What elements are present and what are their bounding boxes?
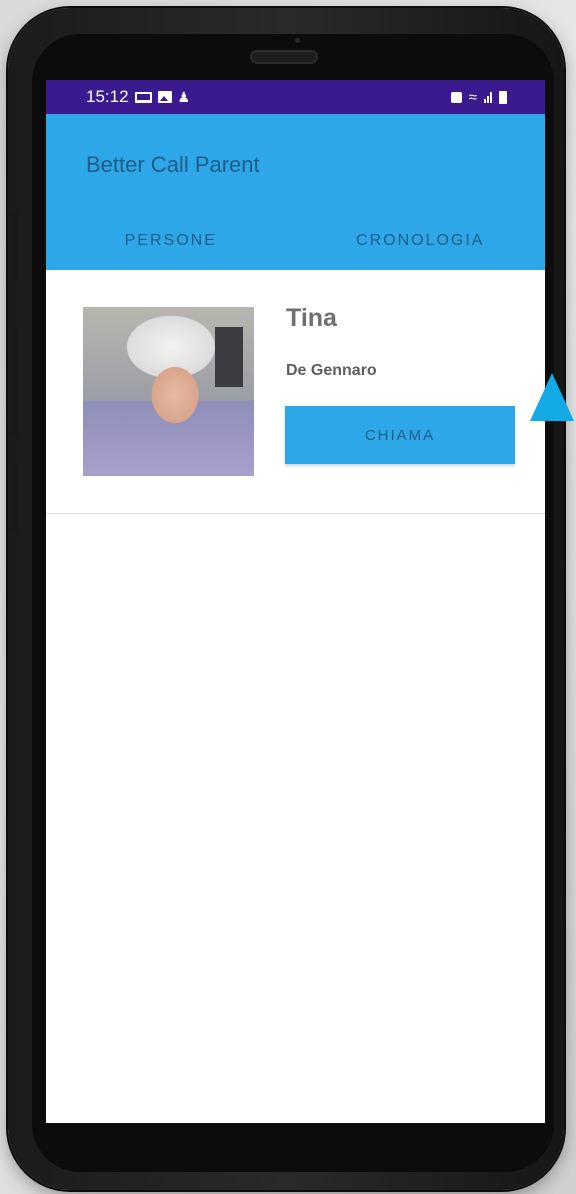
contact-surname: De Gennaro <box>286 362 377 379</box>
phone-speaker <box>250 50 318 64</box>
triangle-up-icon <box>530 373 574 421</box>
status-left: 15:12 ♟ <box>86 87 190 107</box>
photo-background-object <box>215 327 243 387</box>
phone-side-button <box>10 213 19 281</box>
tab-bar: PERSONE CRONOLOGIA <box>46 212 545 270</box>
app-bar: Better Call Parent PERSONE CRONOLOGIA <box>46 114 545 270</box>
app-screen: 15:12 ♟ ≈ Better Call Parent PERSONE CRO… <box>46 80 545 1123</box>
laptop-icon <box>134 91 152 103</box>
image-icon <box>157 91 172 103</box>
tab-persone[interactable]: PERSONE <box>46 212 296 270</box>
app-title: Better Call Parent <box>86 152 260 177</box>
phone-side-button <box>10 463 19 533</box>
call-button[interactable]: CHIAMA <box>285 406 515 464</box>
tab-cronologia[interactable]: CRONOLOGIA <box>296 212 546 270</box>
status-bar: 15:12 ♟ ≈ <box>46 80 545 114</box>
phone-side-button <box>10 328 19 436</box>
contact-card: Tina De Gennaro CHIAMA <box>46 270 545 514</box>
signal-icon <box>484 91 492 103</box>
battery-icon <box>499 90 507 104</box>
contact-photo <box>83 307 254 476</box>
phone-camera <box>295 38 300 43</box>
wifi-icon: ≈ <box>468 88 477 106</box>
status-time: 15:12 <box>86 87 129 106</box>
person-icon: ♟ <box>177 89 191 105</box>
contact-name: Tina <box>286 304 337 332</box>
status-right: ≈ <box>450 88 507 106</box>
lock-icon <box>450 91 462 103</box>
